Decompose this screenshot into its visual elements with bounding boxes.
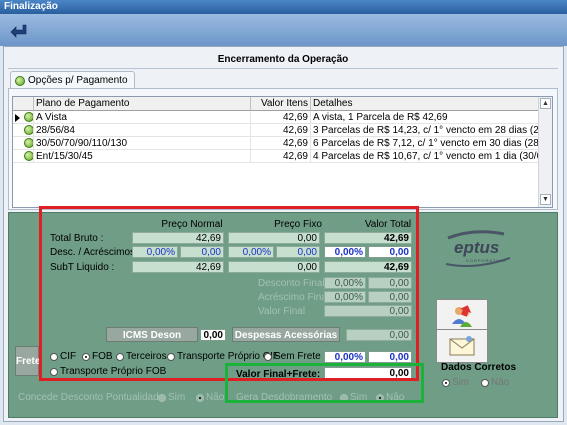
grid-header-corner xyxy=(13,97,34,111)
details-cell: A vista, 1 Parcela de R$ 42,69 xyxy=(311,111,540,124)
frete-label: Frete xyxy=(15,346,40,376)
dados-corretos-sim[interactable]: Sim xyxy=(442,377,469,388)
row-indicator xyxy=(13,137,34,150)
pontualidade-sim[interactable]: Sim xyxy=(158,392,185,403)
value-cell: 42,69 xyxy=(251,137,311,150)
row-indicator xyxy=(13,111,34,124)
grid-header-details[interactable]: Detalhes xyxy=(311,97,540,111)
selected-row-icon xyxy=(15,114,20,122)
window-title: Finalização xyxy=(0,0,567,14)
envelope-icon xyxy=(449,336,475,356)
value-cell: 42,69 xyxy=(251,111,311,124)
table-row[interactable]: 30/50/70/90/110/130 42,69 6 Parcelas de … xyxy=(13,137,540,150)
grid-header-value[interactable]: Valor Itens xyxy=(251,97,311,111)
eptus-logo: eptus CORPORATIVO xyxy=(440,226,514,270)
row-indicator xyxy=(13,124,34,137)
grid-scrollbar[interactable]: ▲ ▼ xyxy=(538,97,552,207)
details-cell: 6 Parcelas de R$ 7,12, c/ 1° vencto em 3… xyxy=(311,137,540,150)
highlight-green-box xyxy=(225,363,424,403)
status-dot-icon xyxy=(24,138,33,149)
label-dados-corretos: Dados Corretos xyxy=(441,362,517,373)
highlight-red-box xyxy=(39,206,419,381)
tab-label: Opções p/ Pagamento xyxy=(28,75,128,86)
logo-subtext: CORPORATIVO xyxy=(466,258,507,263)
scroll-up-icon[interactable]: ▲ xyxy=(540,98,551,109)
row-indicator xyxy=(13,150,34,163)
radio-icon xyxy=(481,378,489,387)
plan-cell: Ent/15/30/45 xyxy=(34,150,251,163)
plan-cell: A Vista xyxy=(34,111,251,124)
status-dot-icon xyxy=(15,75,25,86)
users-button[interactable] xyxy=(436,299,488,333)
section-title: Encerramento da Operação xyxy=(8,52,558,69)
payment-plan-grid: Plano de Pagamento Valor Itens Detalhes … xyxy=(12,96,553,208)
status-dot-icon xyxy=(24,151,33,162)
value-cell: 42,69 xyxy=(251,150,311,163)
table-row[interactable]: A Vista 42,69 A vista, 1 Parcela de R$ 4… xyxy=(13,111,540,124)
tab-opcoes-pagamento[interactable]: Opções p/ Pagamento xyxy=(10,71,135,89)
status-dot-icon xyxy=(24,112,33,123)
details-cell: 4 Parcelas de R$ 10,67, c/ 1° vencto em … xyxy=(311,150,540,163)
users-icon xyxy=(452,305,472,327)
scroll-down-icon[interactable]: ▼ xyxy=(540,194,551,205)
logo-text: eptus xyxy=(454,238,500,257)
back-arrow-icon[interactable] xyxy=(8,20,28,40)
dados-corretos-nao[interactable]: Não xyxy=(481,377,509,388)
plan-cell: 28/56/84 xyxy=(34,124,251,137)
toolbar xyxy=(0,14,567,46)
radio-checked-icon xyxy=(442,378,450,387)
table-row[interactable]: 28/56/84 42,69 3 Parcelas de R$ 14,23, c… xyxy=(13,124,540,137)
radio-checked-icon xyxy=(196,393,204,402)
radio-icon xyxy=(158,393,166,402)
grid-header-plan[interactable]: Plano de Pagamento xyxy=(34,97,251,111)
details-cell: 3 Parcelas de R$ 14,23, c/ 1° vencto em … xyxy=(311,124,540,137)
label-desconto-pontualidade: Concede Desconto Pontualidade xyxy=(18,392,165,403)
pontualidade-nao[interactable]: Não xyxy=(196,392,224,403)
email-button[interactable] xyxy=(436,329,488,363)
plan-cell: 30/50/70/90/110/130 xyxy=(34,137,251,150)
status-dot-icon xyxy=(24,125,33,136)
value-cell: 42,69 xyxy=(251,124,311,137)
table-row[interactable]: Ent/15/30/45 42,69 4 Parcelas de R$ 10,6… xyxy=(13,150,540,163)
